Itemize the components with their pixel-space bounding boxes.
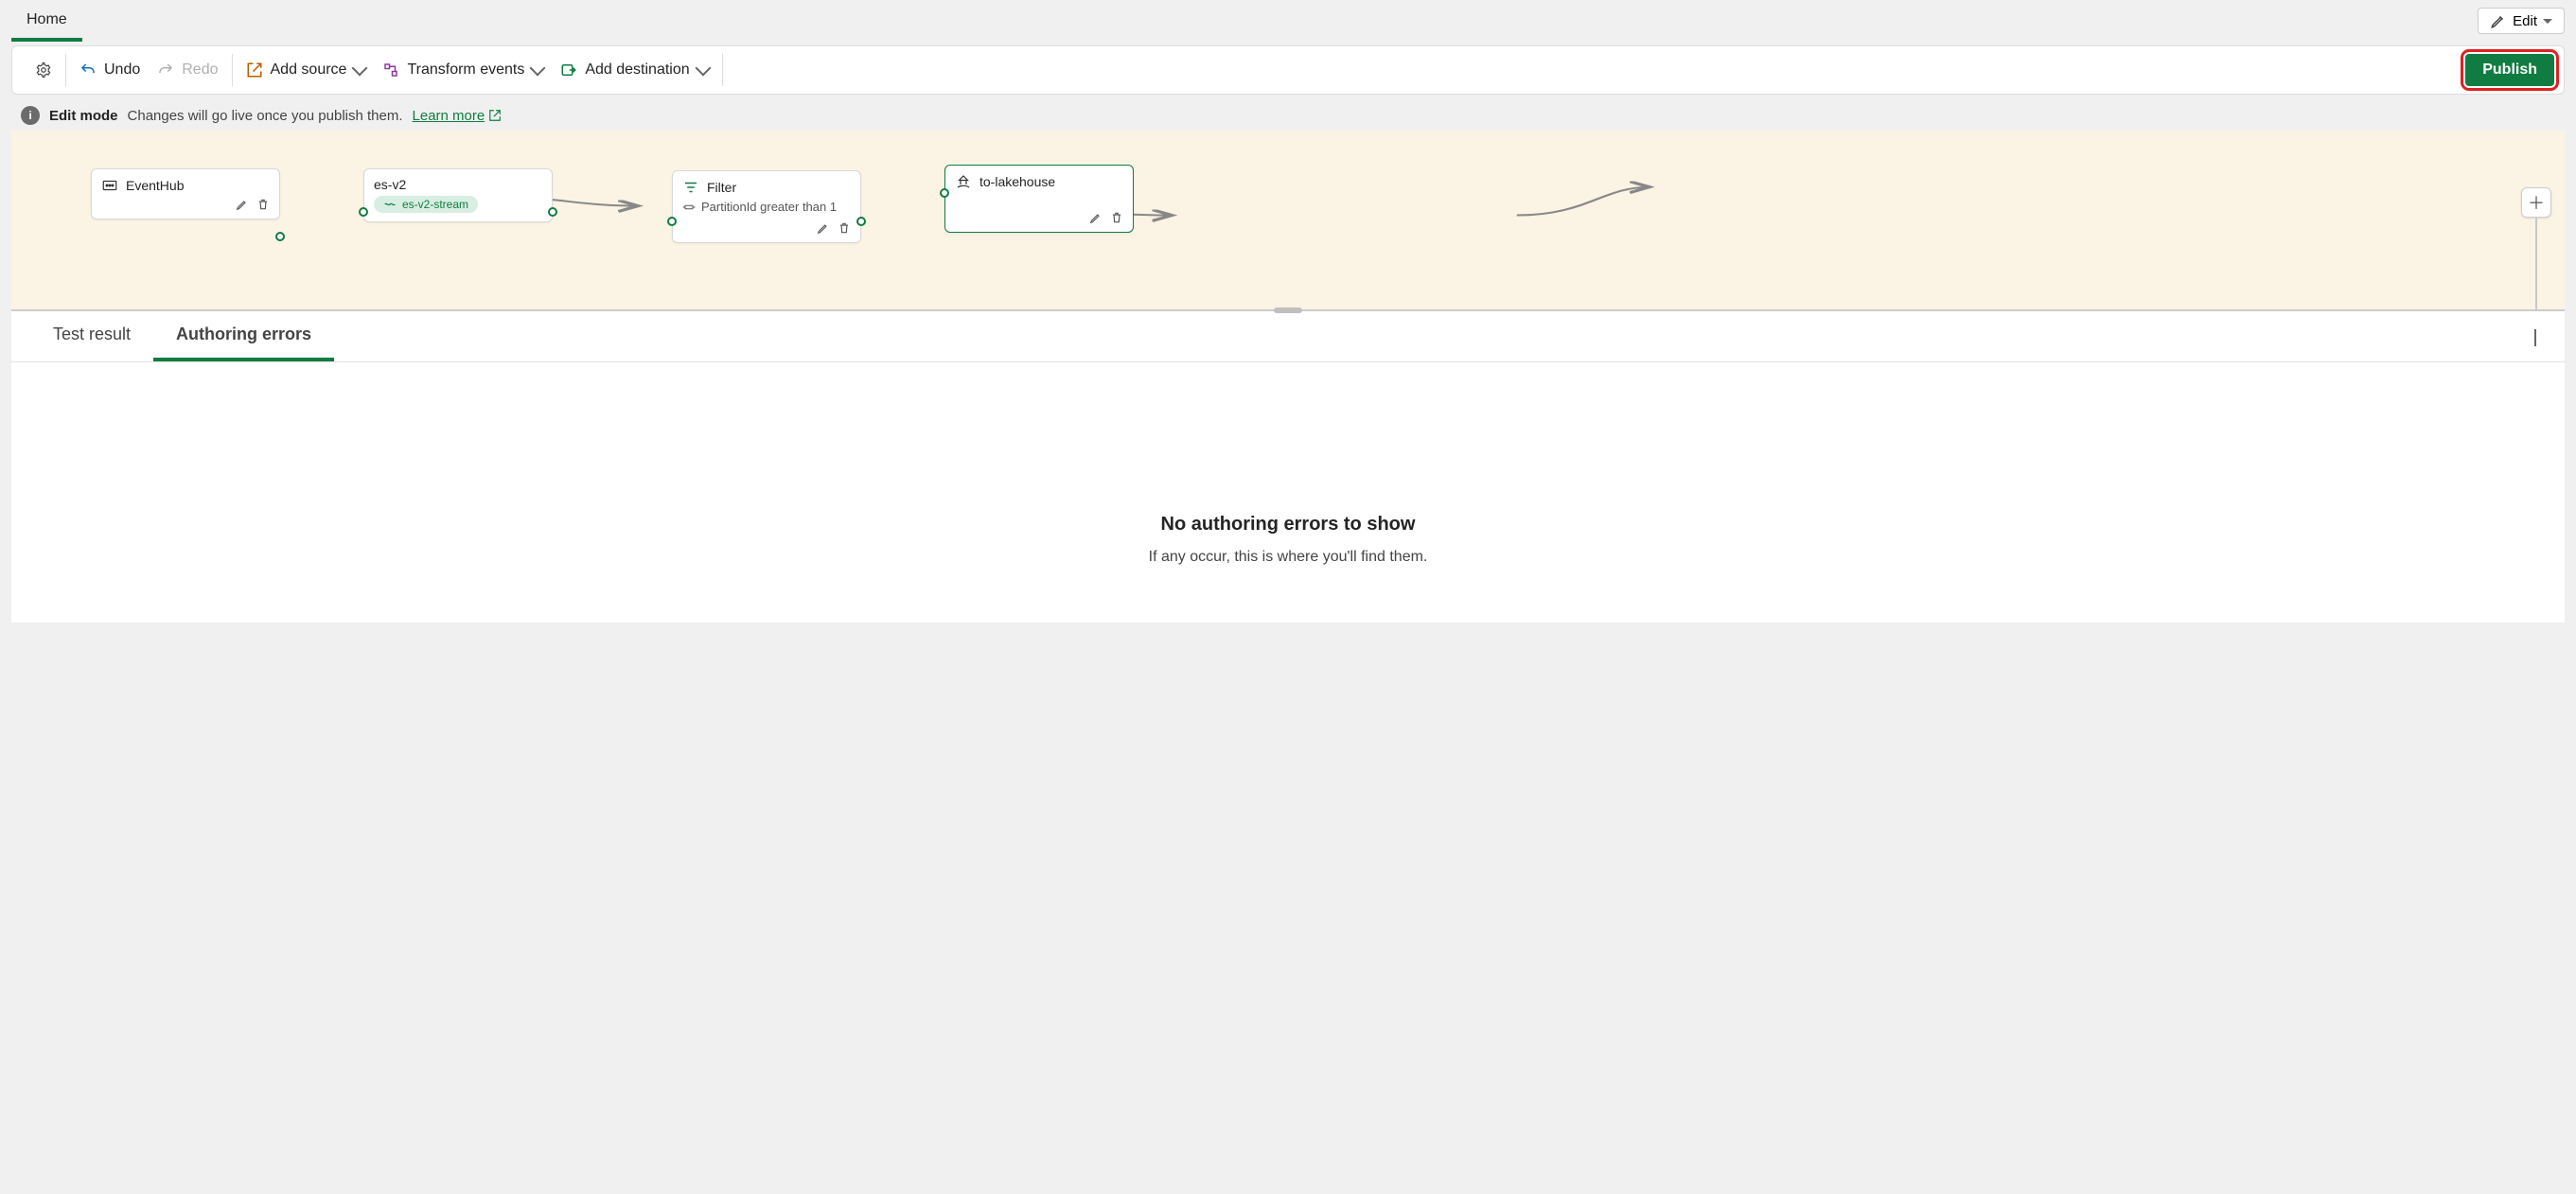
node-output-port[interactable] bbox=[275, 232, 285, 241]
settings-gear-icon[interactable] bbox=[35, 61, 52, 79]
condition-icon bbox=[682, 201, 696, 214]
add-node-button[interactable]: ＋ bbox=[2521, 187, 2551, 218]
node-destination-lakehouse[interactable]: to-lakehouse bbox=[944, 165, 1134, 233]
node-source-label: EventHub bbox=[126, 178, 184, 193]
node-stream[interactable]: es-v2 es-v2-stream bbox=[363, 168, 553, 222]
node-output-port[interactable] bbox=[548, 207, 557, 217]
pencil-icon bbox=[2490, 12, 2507, 29]
add-source-icon bbox=[246, 61, 263, 79]
filter-condition-text: PartitionId greater than 1 bbox=[701, 200, 837, 214]
tab-authoring-errors[interactable]: Authoring errors bbox=[153, 311, 334, 361]
undo-icon bbox=[79, 61, 97, 79]
lakehouse-icon bbox=[955, 173, 972, 190]
edit-node-icon[interactable] bbox=[1089, 211, 1103, 224]
edit-node-icon[interactable] bbox=[817, 221, 830, 235]
toolbar: Undo Redo Add source Transform events Ad… bbox=[11, 45, 2565, 95]
redo-icon bbox=[157, 61, 174, 79]
caret-down-icon bbox=[2543, 19, 2552, 24]
eventhub-icon bbox=[101, 177, 118, 194]
chevron-down-icon bbox=[2534, 329, 2536, 346]
node-input-port[interactable] bbox=[359, 207, 368, 217]
external-link-icon bbox=[488, 109, 502, 122]
add-destination-button[interactable]: Add destination bbox=[560, 61, 708, 79]
node-input-port[interactable] bbox=[940, 188, 949, 198]
add-destination-icon bbox=[560, 61, 577, 79]
stream-icon bbox=[383, 198, 397, 211]
tab-test-result[interactable]: Test result bbox=[30, 311, 153, 361]
empty-state-subtitle: If any occur, this is where you'll find … bbox=[11, 549, 2565, 566]
chevron-down-icon bbox=[352, 61, 368, 77]
transform-events-button[interactable]: Transform events bbox=[382, 61, 543, 79]
collapse-panel-button[interactable] bbox=[2525, 320, 2546, 354]
edit-mode-message: Changes will go live once you publish th… bbox=[128, 108, 403, 124]
chevron-down-icon bbox=[695, 61, 711, 77]
panel-resize-handle[interactable] bbox=[1274, 307, 1302, 313]
node-source-eventhub[interactable]: EventHub bbox=[91, 168, 280, 219]
redo-button: Redo bbox=[157, 61, 218, 79]
delete-node-icon[interactable] bbox=[1110, 211, 1123, 224]
delete-node-icon[interactable] bbox=[838, 221, 851, 235]
node-destination-label: to-lakehouse bbox=[979, 174, 1055, 189]
node-output-port[interactable] bbox=[856, 217, 866, 226]
node-filter[interactable]: Filter PartitionId greater than 1 bbox=[672, 170, 861, 243]
node-input-port[interactable] bbox=[667, 217, 677, 226]
empty-state-title: No authoring errors to show bbox=[11, 514, 2565, 536]
undo-label: Undo bbox=[104, 61, 140, 79]
tab-home[interactable]: Home bbox=[11, 4, 82, 42]
transform-icon bbox=[382, 61, 399, 79]
learn-more-label: Learn more bbox=[413, 108, 485, 124]
add-source-button[interactable]: Add source bbox=[246, 61, 366, 79]
info-icon: i bbox=[21, 106, 40, 125]
node-stream-label: es-v2 bbox=[374, 177, 406, 192]
edit-node-icon[interactable] bbox=[236, 198, 249, 211]
stream-pill: es-v2-stream bbox=[374, 196, 478, 213]
flow-canvas[interactable]: EventHub es-v2 es-v2-stream Filter bbox=[11, 131, 2565, 310]
edit-mode-info-bar: i Edit mode Changes will go live once yo… bbox=[11, 100, 2565, 131]
redo-label: Redo bbox=[182, 61, 218, 79]
edit-dropdown-label: Edit bbox=[2513, 13, 2537, 29]
filter-icon bbox=[682, 179, 699, 196]
chevron-down-icon bbox=[530, 61, 546, 77]
edit-dropdown-button[interactable]: Edit bbox=[2478, 8, 2565, 34]
add-source-label: Add source bbox=[271, 61, 347, 79]
edit-mode-label: Edit mode bbox=[49, 108, 118, 124]
add-destination-label: Add destination bbox=[585, 61, 689, 79]
node-filter-label: Filter bbox=[707, 180, 736, 195]
delete-node-icon[interactable] bbox=[256, 198, 270, 211]
publish-button[interactable]: Publish bbox=[2465, 54, 2554, 86]
bottom-panel: Test result Authoring errors No authorin… bbox=[11, 310, 2565, 623]
add-button-stem bbox=[2535, 218, 2537, 310]
learn-more-link[interactable]: Learn more bbox=[413, 108, 503, 124]
stream-name-label: es-v2-stream bbox=[402, 198, 468, 211]
undo-button[interactable]: Undo bbox=[79, 61, 140, 79]
transform-events-label: Transform events bbox=[407, 61, 524, 79]
